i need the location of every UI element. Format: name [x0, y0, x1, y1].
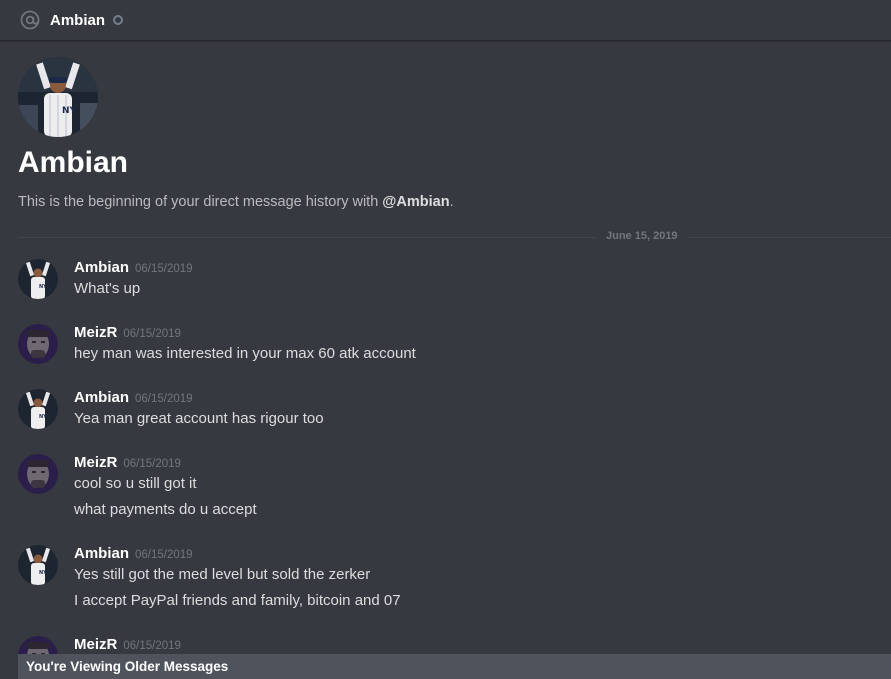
svg-text:NY: NY: [39, 570, 47, 576]
avatar[interactable]: NY: [18, 259, 58, 299]
timestamp: 06/15/2019: [123, 328, 181, 340]
message-text: cool so u still got it: [74, 475, 197, 492]
svg-text:NY: NY: [62, 106, 77, 116]
avatar[interactable]: [18, 324, 58, 364]
intro-avatar[interactable]: NY: [18, 57, 98, 137]
timestamp: 06/15/2019: [123, 458, 181, 470]
message-text: hey man was interested in your max 60 at…: [74, 345, 416, 362]
channel-header: Ambian: [0, 0, 891, 41]
older-messages-label: You're Viewing Older Messages: [26, 659, 229, 674]
intro-title: Ambian: [18, 146, 129, 179]
message-text: what payments do u accept: [74, 501, 257, 518]
timestamp: 06/15/2019: [135, 549, 193, 561]
author-name[interactable]: Ambian: [74, 545, 129, 562]
header-username[interactable]: Ambian: [50, 12, 105, 29]
intro-description: This is the beginning of your direct mes…: [18, 194, 454, 210]
message-text: What's up: [74, 280, 141, 297]
older-messages-bar[interactable]: You're Viewing Older Messages: [18, 654, 891, 679]
at-icon: [20, 10, 40, 30]
message-header: MeizR 06/15/2019: [74, 636, 181, 654]
intro-text-prefix: This is the beginning of your direct mes…: [18, 194, 383, 210]
message-header: Ambian 06/15/2019: [74, 545, 193, 563]
intro-mention[interactable]: @Ambian: [382, 194, 449, 210]
timestamp: 06/15/2019: [135, 263, 193, 275]
date-divider-label: June 15, 2019: [596, 230, 688, 242]
message-scroller[interactable]: NY Ambian This is the beginning of your …: [0, 42, 891, 679]
message-header: MeizR 06/15/2019: [74, 324, 181, 342]
intro-text-suffix: .: [449, 194, 454, 210]
svg-text:NY: NY: [39, 414, 47, 420]
date-divider: [18, 237, 891, 238]
message-header: Ambian 06/15/2019: [74, 389, 193, 407]
message-header: MeizR 06/15/2019: [74, 454, 181, 472]
author-name[interactable]: Ambian: [74, 389, 129, 406]
author-name[interactable]: MeizR: [74, 454, 117, 471]
message-text: I accept PayPal friends and family, bitc…: [74, 592, 401, 609]
avatar[interactable]: NY: [18, 389, 58, 429]
offline-status-icon: [113, 15, 124, 25]
svg-text:NY: NY: [39, 284, 47, 290]
author-name[interactable]: MeizR: [74, 324, 117, 341]
message-text: Yes still got the med level but sold the…: [74, 566, 371, 583]
timestamp: 06/15/2019: [135, 393, 193, 405]
message-header: Ambian 06/15/2019: [74, 259, 193, 277]
message-text: Yea man great account has rigour too: [74, 410, 324, 427]
author-name[interactable]: MeizR: [74, 636, 117, 653]
avatar[interactable]: NY: [18, 545, 58, 585]
timestamp: 06/15/2019: [123, 640, 181, 652]
avatar[interactable]: [18, 454, 58, 494]
author-name[interactable]: Ambian: [74, 259, 129, 276]
